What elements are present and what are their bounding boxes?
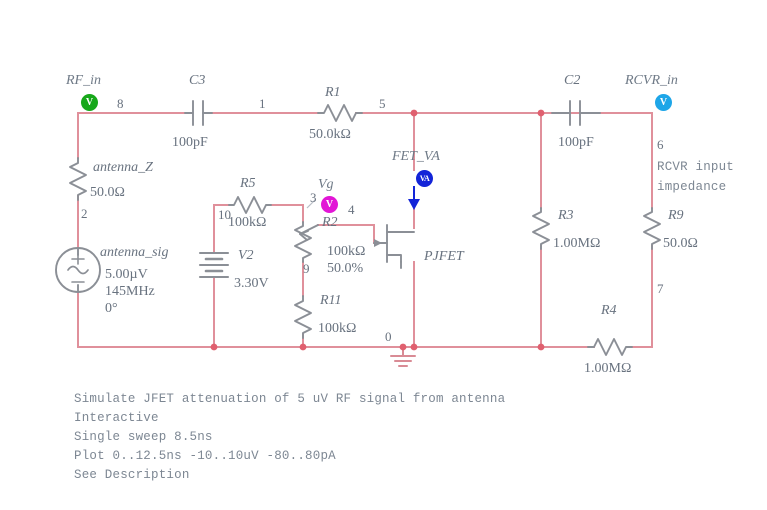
probe-rcvr-in-label: RCVR_in (625, 73, 678, 88)
description-line-5: See Description (74, 468, 190, 482)
label-r4-ref: R4 (601, 303, 617, 318)
label-r2-value: 100kΩ (327, 244, 366, 259)
description-line-1: Simulate JFET attenuation of 5 uV RF sig… (74, 392, 506, 406)
label-v2-ref: V2 (238, 248, 254, 263)
label-r3-value: 1.00MΩ (553, 236, 601, 251)
node-label-3: 3 (310, 190, 317, 205)
probe-vg-label: Vg (318, 177, 334, 192)
label-c3-ref: C3 (189, 73, 206, 88)
resistor-r5-symbol (228, 196, 272, 214)
label-v2-value: 3.30V (234, 276, 269, 291)
resistor-antenna-z-symbol (69, 157, 87, 201)
resistor-r1-symbol (317, 104, 363, 122)
description-line-3: Single sweep 8.5ns (74, 430, 213, 444)
label-r1-value: 50.0kΩ (309, 127, 351, 142)
annotation-rcvr-impedance-line2: impedance (657, 180, 727, 194)
probe-vg[interactable]: V (321, 196, 338, 213)
capacitor-c3-symbol (184, 100, 213, 126)
label-antenna-sig-value: 5.00µV (105, 267, 148, 282)
pjfet-symbol (373, 224, 415, 269)
label-r9-ref: R9 (668, 208, 684, 223)
node-label-10: 10 (218, 207, 231, 222)
resistor-r11-symbol (294, 295, 312, 339)
node-label-8: 8 (117, 96, 124, 111)
label-r2-wiper: 50.0% (327, 261, 364, 276)
label-r11-ref: R11 (320, 293, 342, 308)
label-r5-ref: R5 (240, 176, 256, 191)
node-label-4: 4 (348, 202, 355, 217)
annotation-rcvr-impedance-line1: RCVR input (657, 160, 735, 174)
probe-fet-va-glyph: VA (419, 174, 430, 183)
description-block: Simulate JFET attenuation of 5 uV RF sig… (74, 392, 505, 487)
label-r5-value: 100kΩ (228, 215, 267, 230)
battery-v2-symbol (198, 251, 230, 279)
label-r2-ref: R2 (322, 215, 338, 230)
label-r9-value: 50.0Ω (663, 236, 698, 251)
ac-source-symbol (55, 247, 101, 293)
probe-rf-in-glyph: V (85, 97, 94, 108)
node-label-0: 0 (385, 329, 392, 344)
resistor-r4-symbol (587, 338, 633, 356)
node-label-1: 1 (259, 96, 266, 111)
node-label-5: 5 (379, 96, 386, 111)
label-antenna-z-value: 50.0Ω (90, 185, 125, 200)
schematic-canvas[interactable]: V RF_in V Vg VA FET_VA V RCVR_in C3 100p… (0, 0, 767, 510)
resistor-r3-symbol (532, 207, 550, 250)
probe-vg-glyph: V (325, 199, 334, 210)
node-label-2: 2 (81, 206, 88, 221)
potentiometer-r2-symbol (294, 221, 319, 263)
probe-rcvr-in[interactable]: V (655, 94, 672, 111)
resistor-r9-symbol (643, 207, 661, 250)
node-label-7: 7 (657, 281, 664, 296)
label-antenna-sig-ref: antenna_sig (100, 245, 169, 260)
label-pjfet-ref: PJFET (424, 249, 464, 264)
label-antenna-sig-freq: 145MHz (105, 284, 155, 299)
current-probe-arrow (408, 186, 420, 210)
label-r1-ref: R1 (325, 85, 341, 100)
label-r4-value: 1.00MΩ (584, 361, 632, 376)
description-line-4: Plot 0..12.5ns -10..10uV -80..80pA (74, 449, 336, 463)
node-label-6: 6 (657, 137, 664, 152)
description-line-2: Interactive (74, 411, 159, 425)
probe-fet-va-label: FET_VA (392, 149, 440, 164)
node-label-9: 9 (303, 261, 310, 276)
label-c2-value: 100pF (558, 135, 594, 150)
label-antenna-sig-phase: 0° (105, 301, 118, 316)
label-antenna-z-ref: antenna_Z (93, 160, 153, 175)
probe-leaders (81, 99, 665, 209)
probe-fet-va[interactable]: VA (416, 170, 433, 187)
probe-rf-in[interactable]: V (81, 94, 98, 111)
probe-rf-in-label: RF_in (66, 73, 101, 88)
label-c3-value: 100pF (172, 135, 208, 150)
label-c2-ref: C2 (564, 73, 581, 88)
label-r3-ref: R3 (558, 208, 574, 223)
probe-rcvr-in-glyph: V (659, 97, 668, 108)
label-r11-value: 100kΩ (318, 321, 357, 336)
